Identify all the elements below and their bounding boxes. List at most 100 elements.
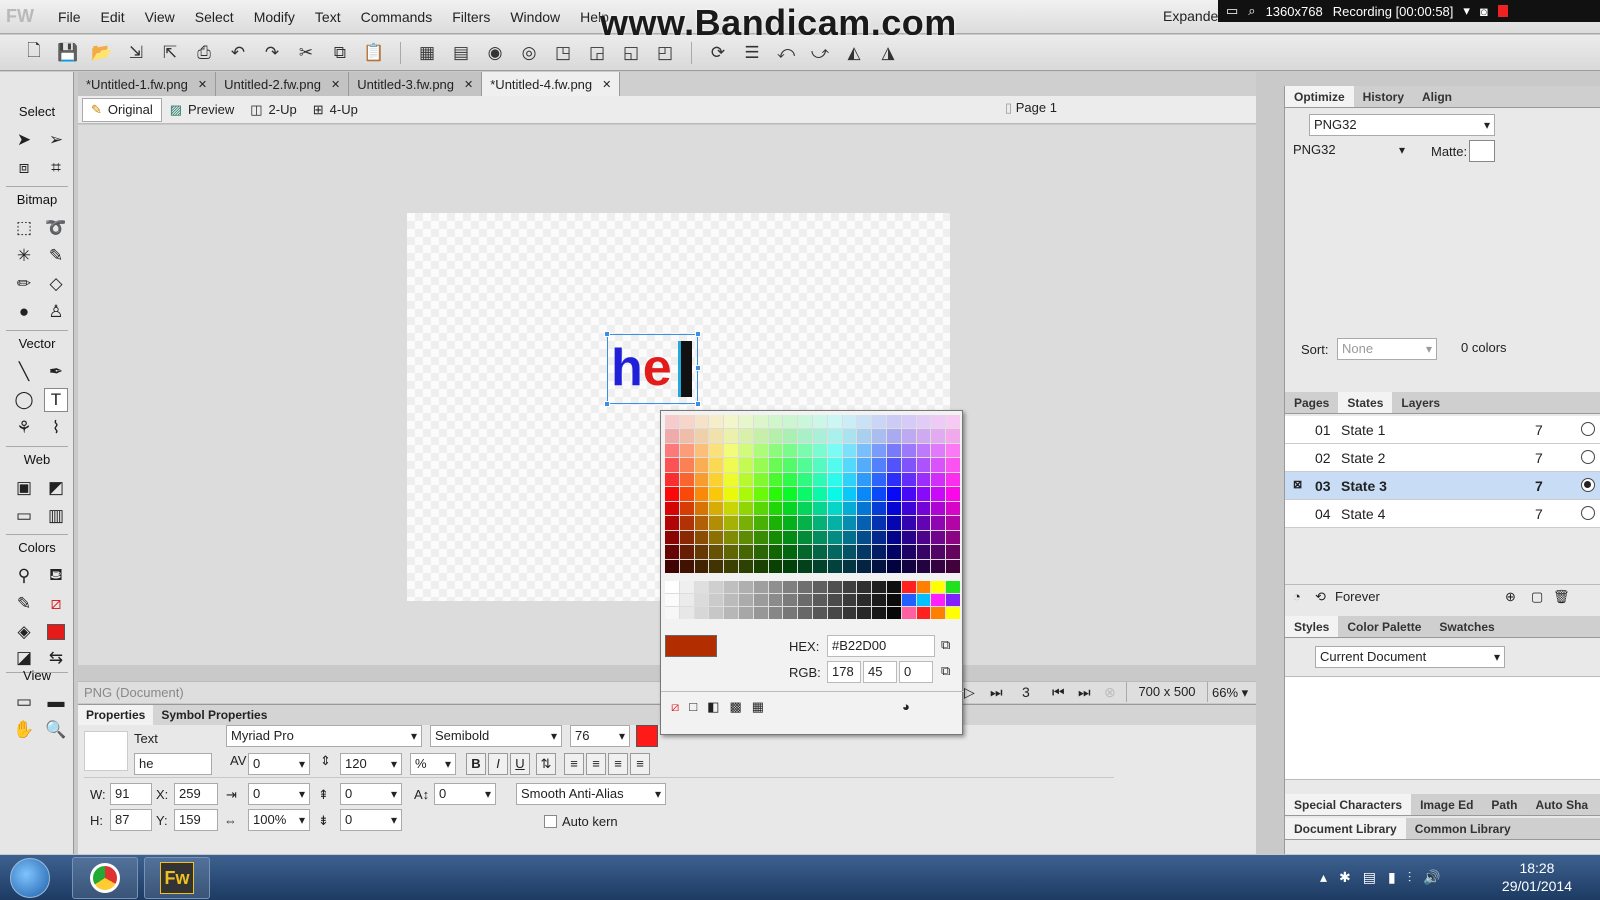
gray-swatch[interactable] — [887, 594, 901, 606]
color-swatch[interactable] — [798, 443, 812, 458]
color-swatch[interactable] — [946, 516, 960, 530]
hotspot-tool-icon[interactable]: ▣ — [12, 476, 36, 500]
default-colors-icon[interactable]: ◪ — [12, 646, 36, 670]
rotate-left-icon[interactable]: ⤺ — [774, 41, 798, 65]
color-swatch[interactable] — [709, 458, 724, 472]
color-swatch[interactable] — [753, 472, 768, 487]
export-icon[interactable]: ⇱ — [158, 41, 182, 65]
color-swatch[interactable] — [679, 415, 694, 429]
color-swatch[interactable] — [887, 443, 901, 458]
gray-swatch[interactable] — [709, 594, 724, 606]
slice-tool-icon[interactable]: ◩ — [44, 476, 68, 500]
color-swatch[interactable] — [753, 458, 768, 472]
color-swatch[interactable] — [798, 559, 812, 573]
text-tool-icon[interactable]: T — [44, 388, 68, 412]
gray-swatch[interactable] — [857, 594, 872, 606]
color-swatch[interactable] — [783, 501, 798, 516]
fullscreen-menu-icon[interactable]: ▬ — [44, 690, 68, 714]
color-swatch[interactable] — [813, 429, 827, 443]
solid-fill-icon[interactable]: □ — [689, 699, 697, 714]
gray-swatch[interactable] — [709, 581, 724, 593]
color-swatch[interactable] — [724, 415, 738, 429]
no-stroke-icon[interactable]: ⧄ — [44, 592, 68, 616]
baseline-shift-field[interactable]: 0 — [434, 783, 496, 805]
gray-swatch[interactable] — [768, 594, 783, 606]
color-swatch[interactable] — [887, 516, 901, 530]
green-input[interactable]: 45 — [863, 661, 897, 683]
menu-file[interactable]: File — [48, 9, 91, 25]
gray-swatch[interactable] — [872, 594, 886, 606]
color-swatch[interactable] — [679, 559, 694, 573]
color-swatch[interactable] — [916, 472, 931, 487]
color-swatch[interactable] — [857, 530, 872, 545]
gray-swatch[interactable] — [665, 594, 679, 606]
color-swatch[interactable] — [931, 487, 946, 501]
color-swatch[interactable] — [679, 487, 694, 501]
gray-swatch[interactable] — [709, 607, 724, 619]
color-swatch[interactable] — [887, 501, 901, 516]
marquee-tool-icon[interactable]: ⬚ — [12, 216, 36, 240]
color-swatch[interactable] — [768, 516, 783, 530]
hand-tool-icon[interactable]: ✋ — [12, 718, 36, 742]
menu-view[interactable]: View — [135, 9, 185, 25]
gray-swatch[interactable] — [679, 581, 694, 593]
signal-icon[interactable]: ⫶ — [1408, 869, 1412, 886]
page-selector[interactable]: ▯ Page 1 — [1005, 100, 1057, 116]
color-swatch[interactable] — [753, 429, 768, 443]
doc-tab-active[interactable]: *Untitled-4.fw.png ✕ — [482, 72, 621, 96]
color-swatch[interactable] — [783, 472, 798, 487]
color-swatch[interactable] — [901, 559, 916, 573]
color-swatch[interactable] — [946, 501, 960, 516]
loop-setting[interactable]: Forever — [1335, 589, 1380, 604]
pencil-tool-icon[interactable]: ✏ — [12, 272, 36, 296]
color-swatch[interactable] — [768, 530, 783, 545]
color-swatch[interactable] — [813, 501, 827, 516]
color-swatch[interactable] — [665, 458, 679, 472]
workspace-expand-label[interactable]: Expande — [1163, 8, 1218, 24]
color-swatch[interactable] — [798, 429, 812, 443]
paste-icon[interactable]: 📋 — [362, 41, 386, 65]
gray-swatch[interactable] — [679, 607, 694, 619]
gray-swatch[interactable] — [813, 607, 827, 619]
color-swatch[interactable] — [768, 487, 783, 501]
gray-swatch[interactable] — [931, 594, 946, 606]
align-icon[interactable]: ☰ — [740, 41, 764, 65]
align-left-button[interactable]: ≡ — [564, 753, 584, 775]
gray-swatch-grid[interactable] — [665, 581, 960, 619]
freeform-tool-icon[interactable]: ⚘ — [12, 416, 36, 440]
export-format-select[interactable]: PNG32 — [1289, 140, 1409, 162]
paint-bucket-icon[interactable]: ⛾ — [44, 564, 68, 588]
color-swatch[interactable] — [694, 516, 709, 530]
state-radio[interactable] — [1581, 506, 1595, 520]
color-swatch[interactable] — [827, 443, 842, 458]
font-style-select[interactable]: Semibold — [430, 725, 562, 747]
doc-tab[interactable]: *Untitled-1.fw.png ✕ — [78, 72, 217, 96]
play-icon[interactable]: ▷ — [964, 684, 975, 701]
color-swatch[interactable] — [857, 501, 872, 516]
color-swatch[interactable] — [887, 429, 901, 443]
gray-swatch[interactable] — [827, 607, 842, 619]
color-swatch[interactable] — [665, 545, 679, 559]
flip-vertical-icon[interactable]: ◮ — [876, 41, 900, 65]
magic-wand-icon[interactable]: ✳ — [12, 244, 36, 268]
color-swatch[interactable] — [857, 458, 872, 472]
gray-swatch[interactable] — [887, 581, 901, 593]
tab-special-characters[interactable]: Special Characters — [1285, 794, 1412, 815]
open-icon[interactable]: 📂 — [90, 41, 114, 65]
autokern-checkbox[interactable] — [544, 815, 557, 828]
copy-icon[interactable]: ⧉ — [941, 663, 950, 679]
stroke-color-icon[interactable]: ✎ — [12, 592, 36, 616]
color-swatch[interactable] — [872, 545, 886, 559]
gray-swatch[interactable] — [827, 594, 842, 606]
tab-common-library[interactable]: Common Library — [1406, 818, 1520, 839]
color-swatch[interactable] — [665, 429, 679, 443]
color-swatch[interactable] — [798, 415, 812, 429]
tab-history[interactable]: History — [1354, 86, 1413, 107]
state-row[interactable]: 04 State 4 7 — [1285, 500, 1600, 528]
cut-icon[interactable]: ✂ — [294, 41, 318, 65]
screen-mode-icon[interactable]: ▭ — [12, 690, 36, 714]
volume-icon[interactable]: 🔊 — [1423, 869, 1440, 886]
group-icon[interactable]: ▦ — [415, 41, 439, 65]
color-swatch[interactable] — [709, 429, 724, 443]
gray-swatch[interactable] — [724, 581, 738, 593]
